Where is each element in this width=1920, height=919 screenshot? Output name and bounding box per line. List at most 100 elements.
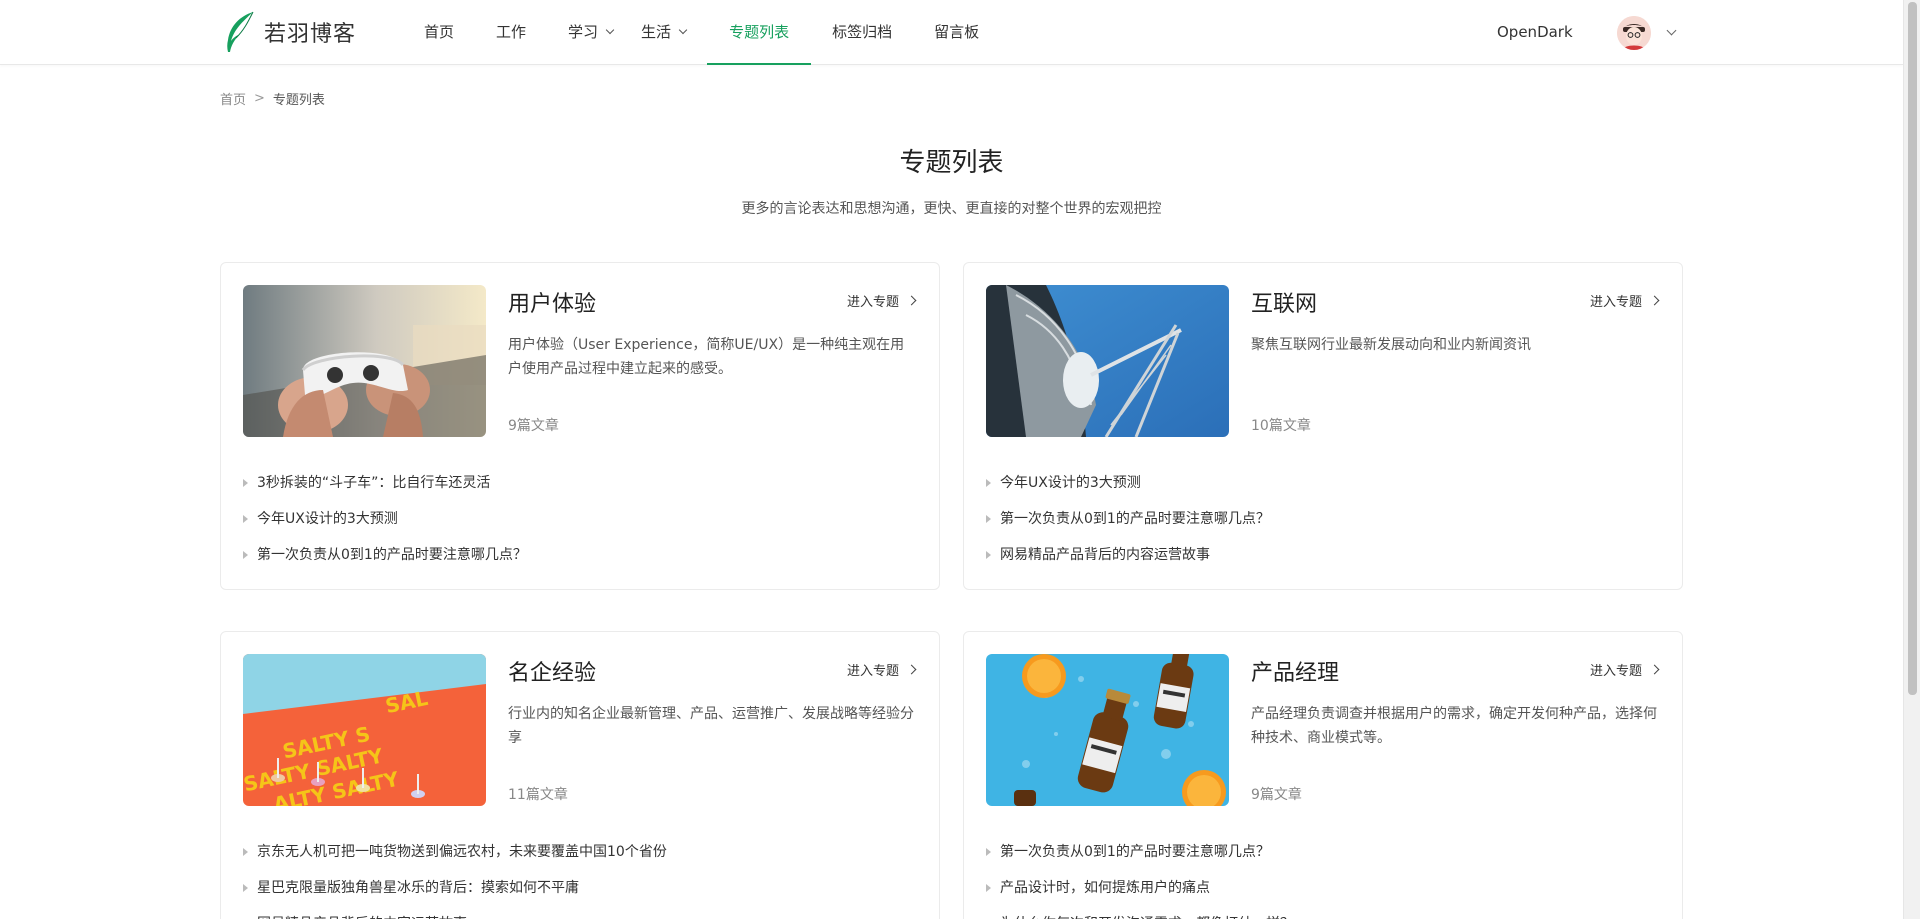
brand-logo[interactable]: 若羽博客 — [222, 10, 356, 54]
breadcrumb-separator: > — [254, 91, 265, 106]
nav-item-home[interactable]: 首页 — [403, 0, 475, 65]
topic-card: 产品经理 进入专题 产品经理负责调查并根据用户的需求，确定开发何种产品，选择何种… — [963, 631, 1683, 919]
list-item[interactable]: 今年UX设计的3大预测 — [243, 501, 527, 537]
article-count: 9篇文章 — [508, 418, 559, 434]
list-item[interactable]: 为什么你每次和开发沟通需求，都像打仗一样？ — [986, 906, 1294, 919]
topic-thumbnail[interactable] — [986, 654, 1229, 806]
article-title: 网易精品产品背后的内容运营故事 — [257, 906, 467, 919]
nav-label: 标签归档 — [832, 23, 893, 41]
topic-card: 互联网 进入专题 聚焦互联网行业最新发展动向和业内新闻资讯 10篇文章 今年UX… — [963, 262, 1683, 590]
list-item[interactable]: 第一次负责从0到1的产品时要注意哪几点？ — [243, 537, 527, 573]
chevron-down-icon — [678, 25, 688, 35]
list-item[interactable]: 网易精品产品背后的内容运营故事 — [243, 906, 667, 919]
nav-item-topics[interactable]: 专题列表 — [707, 0, 812, 65]
breadcrumb-home[interactable]: 首页 — [220, 89, 246, 108]
enter-topic-link[interactable]: 进入专题 — [846, 291, 917, 310]
list-item[interactable]: 第一次负责从0到1的产品时要注意哪几点？ — [986, 501, 1270, 537]
bullet-triangle-icon — [986, 551, 991, 559]
list-item[interactable]: 京东无人机可把一吨货物送到偏远农村，未来要覆盖中国10个省份 — [243, 834, 667, 870]
enter-topic-link[interactable]: 进入专题 — [846, 660, 917, 679]
theme-toggle-link[interactable]: OpenDark — [1497, 0, 1573, 65]
scrollbar-thumb[interactable] — [1908, 2, 1917, 695]
topic-title[interactable]: 产品经理 — [1251, 655, 1339, 687]
article-list: 3秒拆装的“斗子车”：比自行车还灵活 今年UX设计的3大预测 第一次负责从0到1… — [243, 465, 527, 573]
chevron-right-icon — [1649, 295, 1660, 306]
article-count: 10篇文章 — [1251, 418, 1311, 434]
topic-thumbnail[interactable] — [243, 285, 486, 437]
article-title: 第一次负责从0到1的产品时要注意哪几点？ — [257, 547, 527, 563]
topic-description: 聚焦互联网行业最新发展动向和业内新闻资讯 — [1251, 337, 1531, 353]
salty-letters-image: SAL SALTY S SALTY SALTY ALTY SALTY — [243, 654, 486, 806]
nav-item-life[interactable]: 生活 — [634, 0, 707, 65]
bullet-triangle-icon — [986, 884, 991, 892]
main-nav: 首页 工作 学习 生活 专题列表 标签归档 留言板 — [403, 0, 1000, 65]
top-header: 若羽博客 首页 工作 学习 生活 专题列表 标签归档 留言板 OpenDark — [0, 0, 1903, 65]
article-list: 京东无人机可把一吨货物送到偏远农村，未来要覆盖中国10个省份 星巴克限量版独角兽… — [243, 834, 667, 919]
list-item[interactable]: 网易精品产品背后的内容运营故事 — [986, 537, 1270, 573]
bullet-triangle-icon — [243, 515, 248, 523]
nav-item-guestbook[interactable]: 留言板 — [913, 0, 1000, 65]
chevron-down-icon[interactable] — [1666, 25, 1677, 36]
article-title: 今年UX设计的3大预测 — [257, 511, 398, 527]
topic-thumbnail[interactable]: SAL SALTY S SALTY SALTY ALTY SALTY — [243, 654, 486, 806]
enter-topic-label: 进入专题 — [846, 295, 899, 310]
page-scrollbar[interactable] — [1903, 0, 1920, 919]
brand-name: 若羽博客 — [264, 22, 357, 47]
list-item[interactable]: 今年UX设计的3大预测 — [986, 465, 1270, 501]
feather-icon — [227, 11, 254, 52]
topic-card: 用户体验 进入专题 用户体验（User Experience，简称UE/UX）是… — [220, 262, 940, 590]
satellite-dish-image — [986, 285, 1229, 437]
breadcrumb: 首页 > 专题列表 — [220, 89, 325, 108]
list-item[interactable]: 产品设计时，如何提炼用户的痛点 — [986, 870, 1294, 906]
article-list: 今年UX设计的3大预测 第一次负责从0到1的产品时要注意哪几点？ 网易精品产品背… — [986, 465, 1270, 573]
nav-item-tags[interactable]: 标签归档 — [811, 0, 913, 65]
chevron-right-icon — [906, 295, 917, 306]
topic-title[interactable]: 用户体验 — [508, 286, 596, 318]
nav-label: 留言板 — [934, 23, 980, 41]
article-count: 11篇文章 — [508, 787, 568, 803]
nav-label: 学习 — [568, 23, 599, 41]
user-avatar-icon — [1617, 16, 1651, 50]
article-title: 京东无人机可把一吨货物送到偏远农村，未来要覆盖中国10个省份 — [257, 844, 667, 860]
nav-item-work[interactable]: 工作 — [475, 0, 547, 65]
nav-label: 工作 — [496, 23, 527, 41]
article-title: 3秒拆装的“斗子车”：比自行车还灵活 — [257, 475, 491, 491]
topic-card: SAL SALTY S SALTY SALTY ALTY SALTY 名企经验 … — [220, 631, 940, 919]
nav-label: 生活 — [641, 23, 672, 41]
tea-bottles-image — [986, 654, 1229, 806]
bullet-triangle-icon — [986, 848, 991, 856]
article-title: 为什么你每次和开发沟通需求，都像打仗一样？ — [1000, 906, 1294, 919]
enter-topic-label: 进入专题 — [1589, 295, 1642, 310]
enter-topic-label: 进入专题 — [1589, 664, 1642, 679]
list-item[interactable]: 第一次负责从0到1的产品时要注意哪几点？ — [986, 834, 1294, 870]
topic-thumbnail[interactable] — [986, 285, 1229, 437]
enter-topic-link[interactable]: 进入专题 — [1589, 291, 1660, 310]
topic-description: 产品经理负责调查并根据用户的需求，确定开发何种产品，选择何种技术、商业模式等。 — [1251, 706, 1657, 746]
article-list: 第一次负责从0到1的产品时要注意哪几点？ 产品设计时，如何提炼用户的痛点 为什么… — [986, 834, 1294, 919]
nav-label: 专题列表 — [729, 23, 790, 41]
bullet-triangle-icon — [243, 848, 248, 856]
topic-title[interactable]: 名企经验 — [508, 655, 596, 687]
chevron-right-icon — [1649, 664, 1660, 675]
bullet-triangle-icon — [243, 551, 248, 559]
avatar[interactable] — [1617, 16, 1651, 50]
list-item[interactable]: 星巴克限量版独角兽星冰乐的背后：摸索如何不平庸 — [243, 870, 667, 906]
page-subtitle: 更多的言论表达和思想沟通，更快、更直接的对整个世界的宏观把控 — [741, 201, 1162, 217]
article-title: 产品设计时，如何提炼用户的痛点 — [1000, 880, 1210, 896]
chevron-right-icon — [906, 664, 917, 675]
nav-item-study[interactable]: 学习 — [547, 0, 634, 65]
topic-description: 行业内的知名企业最新管理、产品、运营推广、发展战略等经验分享 — [508, 706, 914, 746]
article-title: 星巴克限量版独角兽星冰乐的背后：摸索如何不平庸 — [257, 880, 579, 896]
nav-label: 首页 — [424, 23, 455, 41]
topic-title[interactable]: 互联网 — [1251, 286, 1317, 318]
article-title: 第一次负责从0到1的产品时要注意哪几点？ — [1000, 511, 1270, 527]
page-title: 专题列表 — [899, 148, 1004, 178]
article-title: 今年UX设计的3大预测 — [1000, 475, 1141, 491]
article-title: 第一次负责从0到1的产品时要注意哪几点？ — [1000, 844, 1270, 860]
article-title: 网易精品产品背后的内容运营故事 — [1000, 547, 1210, 563]
enter-topic-label: 进入专题 — [846, 664, 899, 679]
bullet-triangle-icon — [986, 515, 991, 523]
breadcrumb-current: 专题列表 — [272, 93, 325, 108]
list-item[interactable]: 3秒拆装的“斗子车”：比自行车还灵活 — [243, 465, 527, 501]
enter-topic-link[interactable]: 进入专题 — [1589, 660, 1660, 679]
